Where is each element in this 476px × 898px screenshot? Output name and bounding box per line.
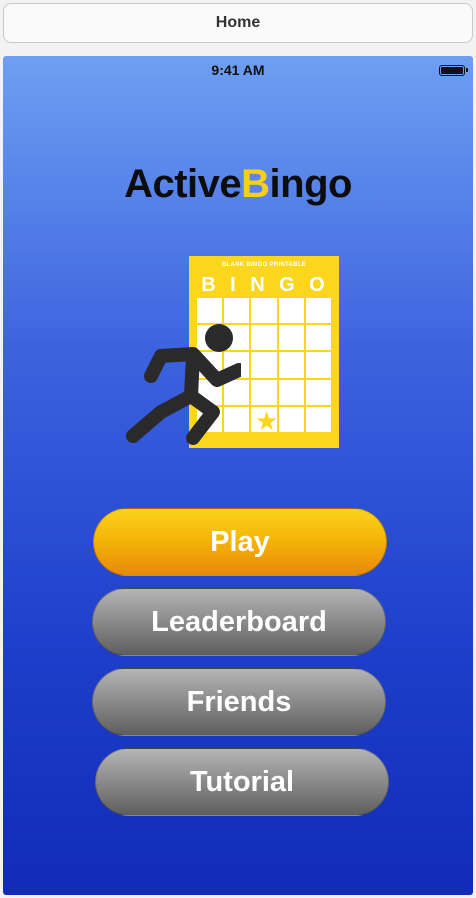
nav-title: Home xyxy=(3,3,473,43)
card-letter: I xyxy=(230,274,238,296)
friends-button[interactable]: Friends xyxy=(92,668,386,736)
running-person-icon xyxy=(126,324,241,445)
card-letters: B I N G O xyxy=(195,274,333,297)
leaderboard-button[interactable]: Leaderboard xyxy=(92,588,386,656)
card-letter: O xyxy=(309,274,327,296)
card-letter: N xyxy=(250,274,267,296)
battery-full-icon xyxy=(439,65,468,76)
logo-accent-letter: B xyxy=(241,162,270,206)
card-header: BLANK BINGO PRINTABLE xyxy=(221,262,307,268)
tutorial-button[interactable]: Tutorial xyxy=(95,748,389,816)
play-button[interactable]: Play xyxy=(93,508,387,576)
status-time: 9:41 AM xyxy=(211,62,265,78)
card-letter: B xyxy=(201,274,218,296)
star-icon: ★ xyxy=(255,406,279,436)
hero-illustration: BLANK BINGO PRINTABLE B I N G O ★ xyxy=(121,256,346,456)
navigation-bar: Home xyxy=(0,0,476,52)
app-logo: ActiveBingo xyxy=(3,162,473,207)
logo-part-1: Active xyxy=(124,162,242,206)
card-letter: G xyxy=(279,274,297,296)
logo-part-2: ingo xyxy=(269,162,353,206)
status-bar: 9:41 AM xyxy=(3,56,473,84)
app-screen: 9:41 AM ActiveBingo BLANK BINGO PRINTABL… xyxy=(3,56,473,895)
